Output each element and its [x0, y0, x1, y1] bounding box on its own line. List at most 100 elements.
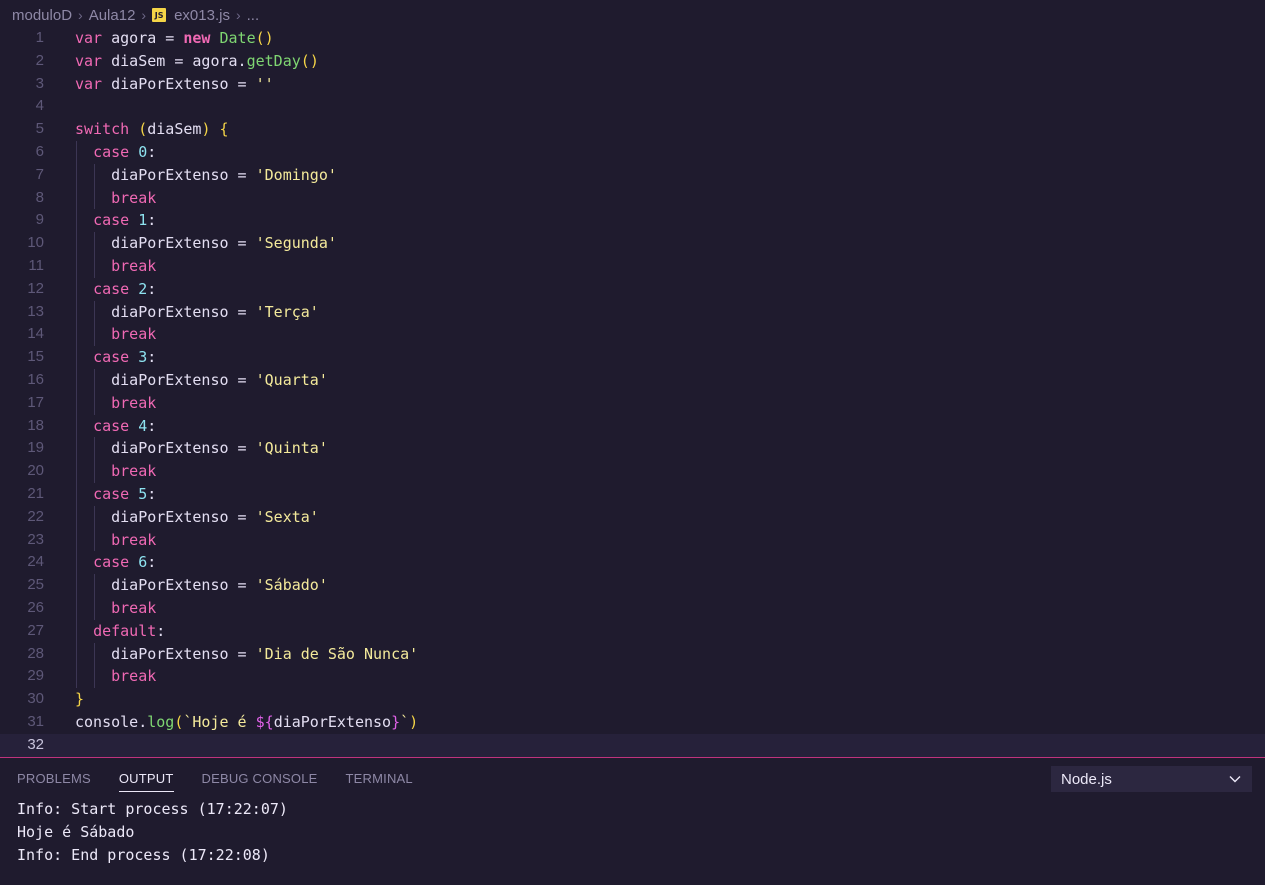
line-number: 30: [27, 690, 44, 708]
code-line[interactable]: 3 var diaPorExtenso = '': [0, 73, 1265, 96]
code-text: break: [111, 530, 157, 549]
code-line[interactable]: 24 case 6:: [0, 551, 1265, 575]
panel-divider: [0, 757, 1265, 758]
tab-problems[interactable]: PROBLEMS: [17, 760, 91, 798]
code-text: diaPorExtenso = 'Terça': [75, 302, 319, 321]
line-number: 8: [35, 188, 44, 206]
code-text: case 0:: [93, 142, 157, 161]
code-text: break: [111, 256, 157, 275]
code-editor[interactable]: 1 var agora = new Date() 2 var diaSem = ago…: [0, 27, 1265, 758]
line-number: 23: [27, 530, 44, 548]
line-number: 15: [27, 348, 44, 366]
code-line[interactable]: 11 break: [0, 254, 1265, 278]
code-line[interactable]: 9 case 1:: [0, 209, 1265, 233]
code-line[interactable]: 6 case 0:: [0, 140, 1265, 164]
line-number: 22: [27, 507, 44, 525]
line-number: 1: [35, 29, 44, 46]
code-line[interactable]: 15 case 3:: [0, 346, 1265, 369]
code-line[interactable]: 30}: [0, 688, 1265, 711]
code-line[interactable]: 2 var diaSem = agora.getDay(): [0, 50, 1265, 73]
tab-output[interactable]: OUTPUT: [118, 760, 174, 798]
javascript-file-icon: JS: [152, 8, 167, 22]
code-text: break: [111, 598, 157, 617]
output-channel-select[interactable]: Node.js: [1051, 766, 1252, 792]
code-text: case 2:: [93, 279, 157, 298]
code-text: diaPorExtenso = 'Dia de São Nunca': [75, 644, 419, 663]
code-line[interactable]: 5 switch (diaSem) {: [0, 118, 1265, 141]
breadcrumb-file[interactable]: ex013.js: [174, 7, 230, 24]
code-line[interactable]: 18 case 4:: [0, 414, 1265, 438]
breadcrumb-folder-aula12[interactable]: Aula12: [89, 7, 136, 24]
line-number: 29: [27, 667, 44, 685]
code-line[interactable]: 32: [0, 733, 1265, 757]
code-line[interactable]: 16 diaPorExtenso = 'Quarta': [0, 368, 1265, 392]
code-text: break: [111, 188, 157, 207]
code-line[interactable]: 29 break: [0, 665, 1265, 689]
line-number: 4: [35, 97, 44, 115]
line-number: 18: [27, 416, 44, 434]
code-line[interactable]: 8 break: [0, 186, 1265, 210]
output-log: Info: Start process (17:22:07) Hoje é Sá…: [17, 798, 288, 867]
line-number: 20: [27, 462, 44, 480]
line-number: 3: [35, 74, 44, 92]
code-line[interactable]: 26 break: [0, 596, 1265, 620]
chevron-right-icon: ›: [141, 7, 147, 23]
line-number: 25: [27, 576, 44, 594]
tab-debug-console[interactable]: DEBUG CONSOLE: [202, 760, 318, 798]
code-text: default:: [93, 621, 166, 640]
code-text: break: [111, 667, 157, 686]
line-number: 24: [27, 553, 44, 571]
code-text: break: [111, 325, 157, 344]
output-line: Info: End process (17:22:08): [17, 846, 270, 864]
code-line[interactable]: 12 case 2:: [0, 277, 1265, 301]
chevron-right-icon: ›: [235, 7, 241, 23]
code-line[interactable]: 10 diaPorExtenso = 'Segunda': [0, 232, 1265, 255]
code-text: diaPorExtenso = 'Domingo': [75, 165, 337, 184]
code-line[interactable]: 22 diaPorExtenso = 'Sexta': [0, 505, 1265, 529]
code-line[interactable]: 27 default:: [0, 619, 1265, 643]
code-text: var diaPorExtenso = '': [75, 74, 274, 93]
code-text: diaPorExtenso = 'Sexta': [75, 507, 319, 526]
code-text: case 1:: [93, 211, 157, 230]
output-channel-label: Node.js: [1061, 770, 1112, 788]
line-number: 2: [35, 51, 44, 69]
code-line[interactable]: 25 diaPorExtenso = 'Sábado': [0, 574, 1265, 597]
breadcrumb-folder-modulod[interactable]: moduloD: [12, 7, 72, 24]
line-number: 21: [27, 484, 44, 502]
code-line[interactable]: 28 diaPorExtenso = 'Dia de São Nunca': [0, 642, 1265, 666]
line-number: 11: [28, 256, 44, 274]
code-line[interactable]: 21 case 5:: [0, 482, 1265, 506]
code-text: break: [111, 393, 157, 412]
code-line[interactable]: 19 diaPorExtenso = 'Quinta': [0, 437, 1265, 461]
code-line[interactable]: 20 break: [0, 460, 1265, 483]
code-text: case 5:: [93, 484, 157, 503]
code-line[interactable]: 4: [0, 95, 1265, 118]
code-text: var agora = new Date(): [75, 29, 274, 47]
code-line[interactable]: 14 break: [0, 323, 1265, 347]
line-number: 12: [27, 279, 44, 297]
breadcrumb: moduloD › Aula12 › JS ex013.js › ...: [0, 0, 1265, 30]
code-text: case 3:: [93, 348, 157, 367]
line-number: 32: [27, 735, 44, 753]
code-text: }: [75, 690, 85, 709]
chevron-down-icon: [1229, 776, 1241, 783]
code-line[interactable]: 7 diaPorExtenso = 'Domingo': [0, 163, 1265, 187]
output-line: Info: Start process (17:22:07): [17, 800, 288, 818]
line-number: 7: [35, 165, 44, 183]
output-line: Hoje é Sábado: [17, 823, 135, 841]
code-text: diaPorExtenso = 'Quarta': [75, 370, 328, 389]
code-text: diaPorExtenso = 'Segunda': [75, 234, 337, 253]
code-line[interactable]: 1 var agora = new Date(): [0, 27, 1265, 50]
code-text: break: [111, 462, 157, 481]
line-number: 27: [27, 621, 44, 639]
code-text: switch (diaSem) {: [75, 120, 229, 139]
code-line[interactable]: 17 break: [0, 391, 1265, 415]
code-line[interactable]: 13 diaPorExtenso = 'Terça': [0, 300, 1265, 324]
chevron-right-icon: ›: [78, 7, 83, 23]
breadcrumb-more[interactable]: ...: [247, 7, 260, 24]
code-line[interactable]: 31 console.log(`Hoje é ${diaPorExtenso}`): [0, 711, 1265, 734]
tab-terminal[interactable]: TERMINAL: [346, 760, 413, 798]
code-text: var diaSem = agora.getDay(): [75, 51, 319, 70]
line-number: 5: [35, 120, 44, 138]
code-line[interactable]: 23 break: [0, 528, 1265, 552]
